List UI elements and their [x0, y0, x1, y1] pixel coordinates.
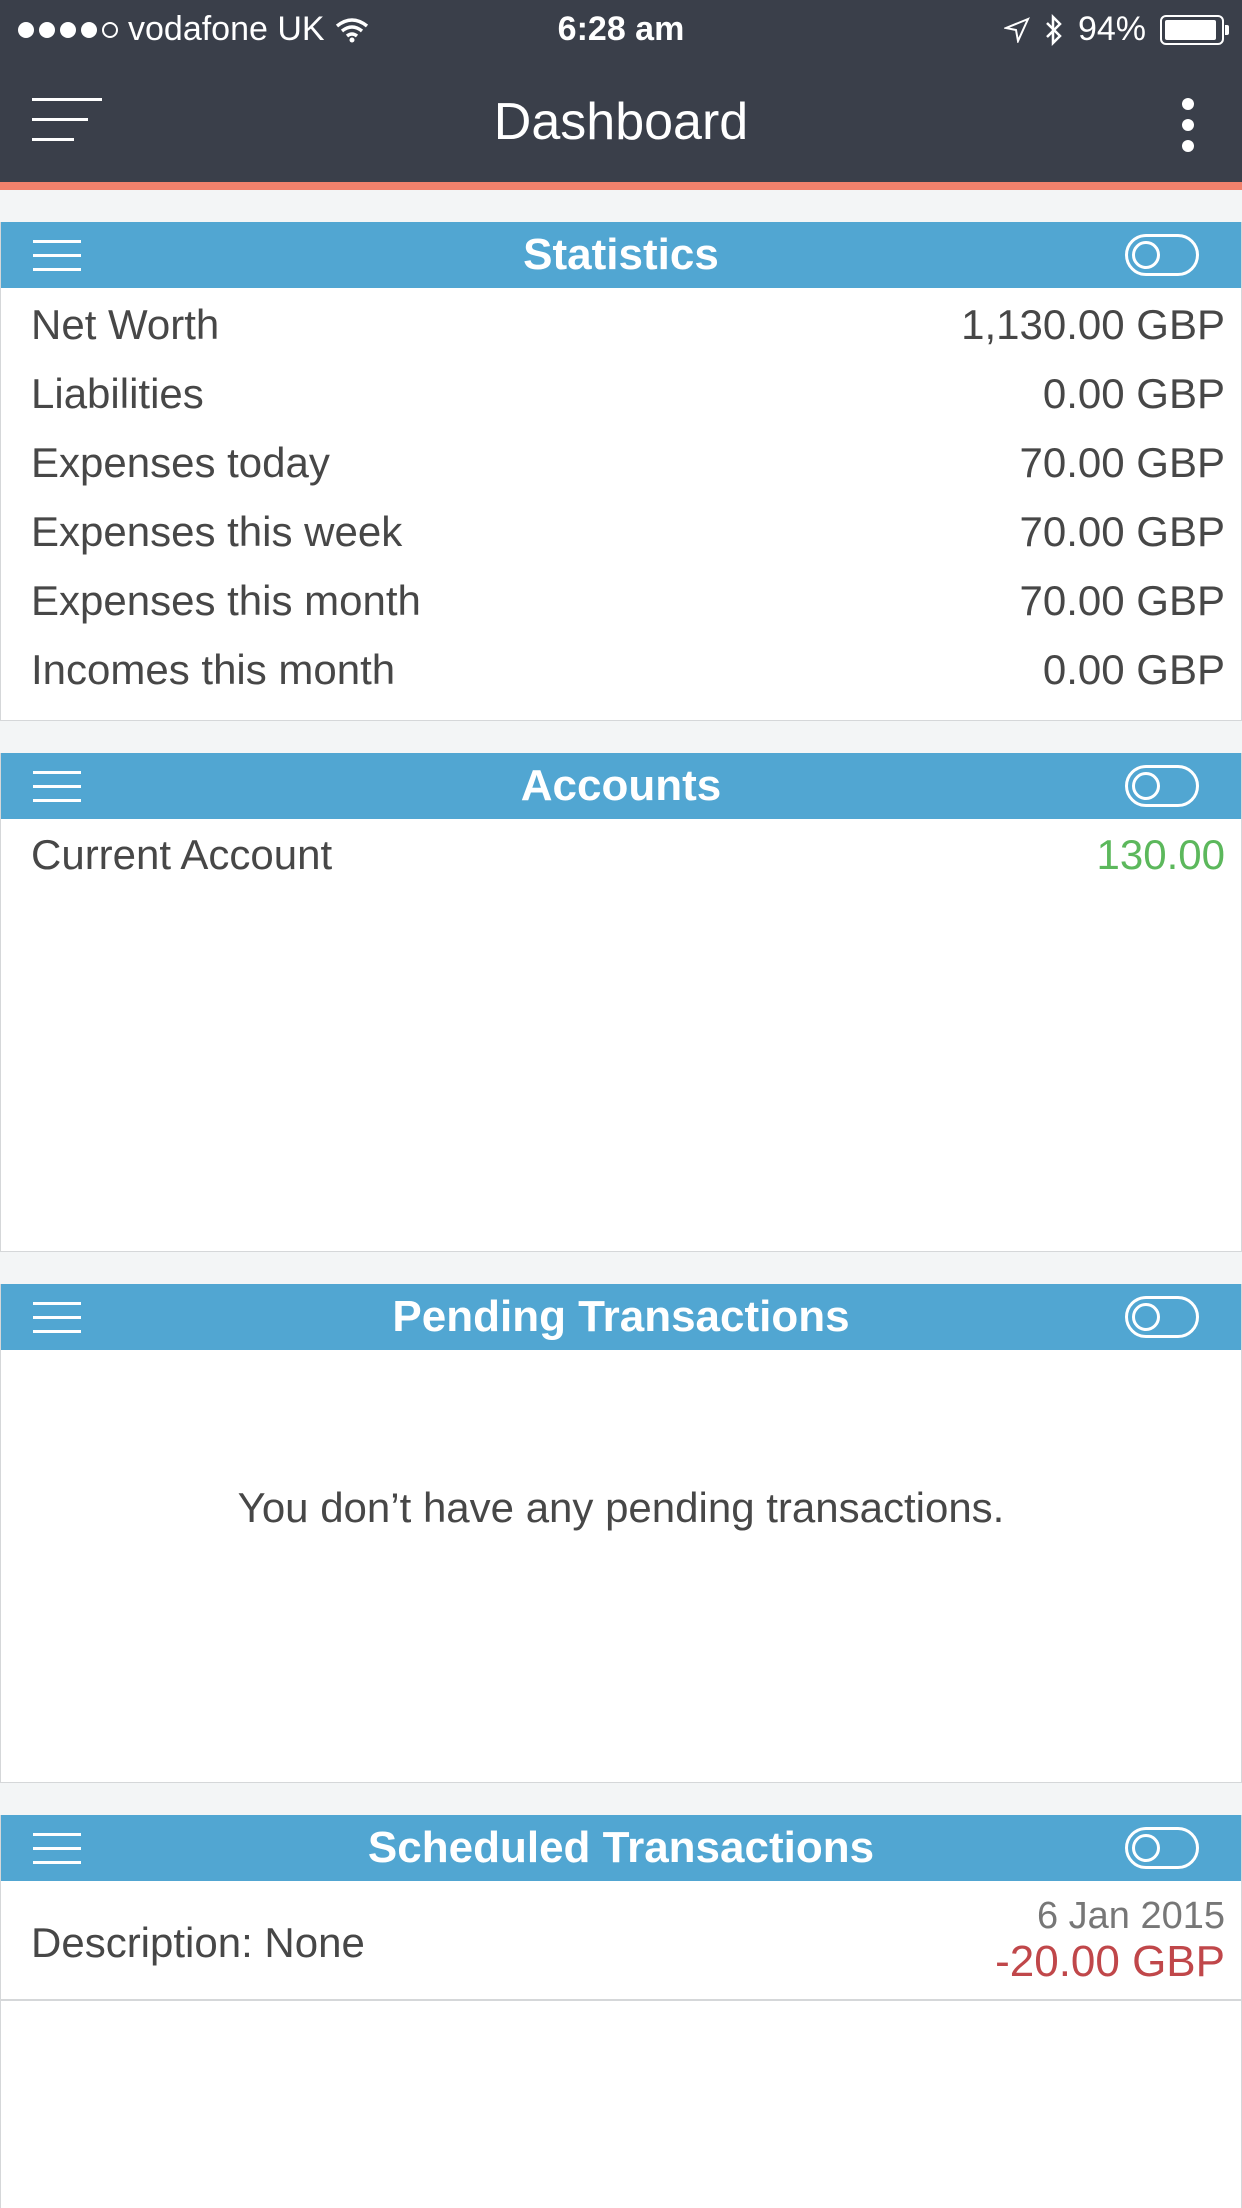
stat-row: Incomes this month 0.00 GBP: [1, 634, 1241, 703]
pending-transactions-toggle[interactable]: [1125, 1296, 1199, 1338]
stat-value: 70.00 GBP: [1019, 439, 1225, 486]
bluetooth-icon: [1046, 13, 1062, 46]
stat-row: Expenses this week 70.00 GBP: [1, 496, 1241, 565]
stat-label: Expenses today: [31, 439, 330, 486]
stat-value: 70.00 GBP: [1019, 508, 1225, 555]
stat-label: Incomes this month: [31, 646, 396, 693]
account-balance: 130.00: [1096, 831, 1225, 878]
battery-fill: [1165, 19, 1216, 40]
statistics-header: Statistics: [1, 222, 1241, 288]
status-bar: vodafone UK 6:28 am 94%: [0, 0, 1242, 62]
statistics-card: Statistics Net Worth 1,130.00 GBP Liabili…: [0, 222, 1242, 721]
stat-value: 70.00 GBP: [1019, 577, 1225, 624]
location-arrow-icon: [1003, 16, 1030, 43]
stat-row: Expenses today 70.00 GBP: [1, 427, 1241, 496]
scheduled-transactions-toggle[interactable]: [1125, 1827, 1199, 1869]
transaction-description: Description: None: [31, 1919, 365, 1966]
stat-value: 0.00 GBP: [1042, 370, 1225, 417]
accounts-toggle[interactable]: [1125, 765, 1199, 807]
pending-transactions-card: Pending Transactions You don’t have any …: [0, 1284, 1242, 1783]
stat-value: 0.00 GBP: [1042, 646, 1225, 693]
accounts-card: Accounts Current Account 130.00: [0, 753, 1242, 1252]
accounts-title: Accounts: [520, 761, 722, 810]
scheduled-transactions-title: Scheduled Transactions: [367, 1823, 875, 1872]
empty-state-message: You don’t have any pending transactions.: [237, 1484, 1005, 1531]
stat-row: Net Worth 1,130.00 GBP: [1, 289, 1241, 358]
status-bar-right: 94%: [1003, 10, 1229, 49]
stat-label: Liabilities: [31, 370, 204, 417]
stat-value: 1,130.00 GBP: [961, 301, 1225, 348]
more-options-icon[interactable]: [1182, 98, 1194, 161]
pending-transactions-title: Pending Transactions: [392, 1292, 850, 1341]
stat-row: Liabilities 0.00 GBP: [1, 358, 1241, 427]
statistics-title: Statistics: [523, 230, 719, 279]
transaction-date: 6 Jan 2015: [1036, 1895, 1225, 1937]
transaction-amount: -20.00 GBP: [995, 1937, 1225, 1986]
battery-icon: [1160, 14, 1229, 45]
accounts-header: Accounts: [1, 753, 1241, 819]
scheduled-transaction-row[interactable]: Description: None 6 Jan 2015 -20.00 GBP: [1, 1881, 1241, 2001]
scheduled-transactions-header: Scheduled Transactions: [1, 1815, 1241, 1881]
stat-label: Expenses this month: [31, 577, 421, 624]
stat-row: Expenses this month 70.00 GBP: [1, 565, 1241, 634]
account-row[interactable]: Current Account 130.00: [1, 819, 1241, 888]
battery-percent: 94%: [1077, 10, 1146, 48]
scheduled-transactions-card: Scheduled Transactions Description: None…: [0, 1815, 1242, 2208]
stat-label: Net Worth: [31, 301, 220, 348]
stat-label: Expenses this week: [31, 508, 403, 555]
page-title: Dashboard: [493, 93, 749, 151]
pending-transactions-header: Pending Transactions: [1, 1284, 1241, 1350]
statistics-toggle[interactable]: [1125, 234, 1199, 276]
account-name: Current Account: [31, 831, 333, 878]
navigation-bar: Dashboard: [0, 62, 1242, 190]
